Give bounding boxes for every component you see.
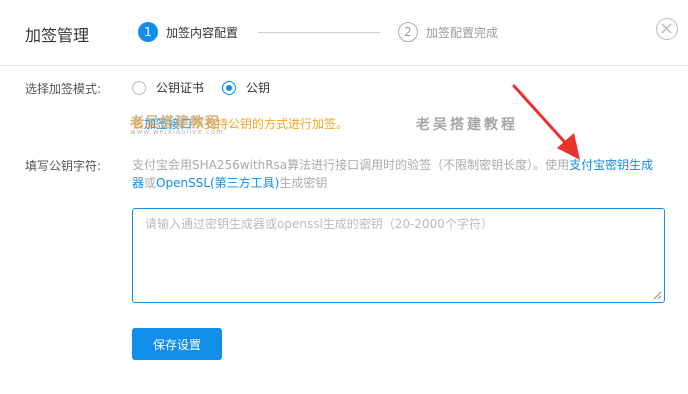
dialog-title: 加签管理 <box>25 26 90 45</box>
notice-link[interactable]: 加签接口 <box>144 117 192 131</box>
desc-or: 或 <box>144 176 157 190</box>
public-key-box <box>132 208 665 303</box>
step-connector <box>258 32 380 33</box>
step-1-number: 1 <box>138 22 158 42</box>
public-key-input[interactable] <box>133 209 664 302</box>
notice-warning: 不支持公钥的方式进行加签。 <box>192 117 349 131</box>
radio-public-key[interactable]: 公钥 <box>222 79 270 96</box>
public-key-label: 填写公钥字符: <box>25 159 102 173</box>
mode-label: 选择加签模式: <box>25 82 102 96</box>
notice-text: 该加签接口不支持公钥的方式进行加签。 <box>132 115 348 132</box>
step-1: 1 加签内容配置 <box>138 22 238 42</box>
radio-cert-circle[interactable] <box>132 80 146 95</box>
notice-prefix: 该 <box>132 117 145 131</box>
radio-public-key-label: 公钥 <box>246 81 271 95</box>
save-button[interactable]: 保存设置 <box>132 328 222 360</box>
annotation-arrow-icon <box>512 84 580 160</box>
openssl-link[interactable]: OpenSSL(第三方工具) <box>156 176 279 190</box>
radio-public-key-circle[interactable] <box>222 80 237 95</box>
radio-cert-label: 公钥证书 <box>156 81 205 95</box>
mode-radio-group: 公钥证书 公钥 <box>132 79 288 96</box>
dialog-header: 加签管理 1 加签内容配置 2 加签配置完成 <box>0 0 688 66</box>
step-2: 2 加签配置完成 <box>398 22 498 42</box>
resize-handle-icon[interactable] <box>653 291 662 300</box>
desc-suffix: 生成密钥 <box>279 176 328 190</box>
step-2-label: 加签配置完成 <box>426 25 499 40</box>
step-1-label: 加签内容配置 <box>166 25 239 40</box>
close-icon[interactable] <box>656 18 678 40</box>
radio-cert[interactable]: 公钥证书 <box>132 79 204 96</box>
step-2-number: 2 <box>398 22 418 42</box>
